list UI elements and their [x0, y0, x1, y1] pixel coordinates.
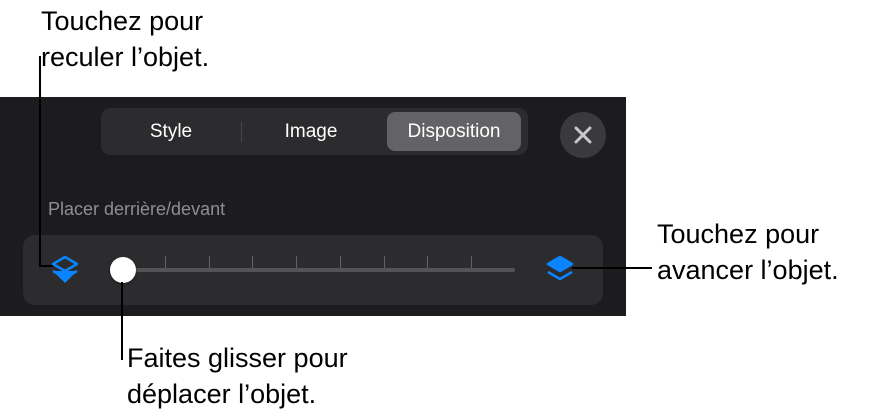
- leader-line-right: [572, 267, 652, 269]
- tab-segmented-control: Style Image Disposition: [101, 108, 528, 155]
- slider-tick: [296, 256, 297, 268]
- slider-tick: [427, 256, 428, 268]
- segment-divider: [241, 122, 242, 142]
- callout-line: reculer l’objet.: [41, 42, 210, 72]
- format-panel: Style Image Disposition Placer derrière/…: [0, 97, 626, 316]
- slider-tick: [252, 256, 253, 268]
- section-label: Placer derrière/devant: [48, 199, 226, 219]
- callout-move-forward: Touchez pour avancer l’objet.: [657, 216, 839, 288]
- callout-line: avancer l’objet.: [657, 255, 839, 285]
- arrange-slider-row: [23, 235, 603, 305]
- slider-thumb[interactable]: [110, 257, 136, 283]
- slider-tick: [209, 256, 210, 268]
- leader-line-top: [39, 56, 41, 266]
- layer-front-icon[interactable]: [544, 254, 576, 286]
- callout-line: déplacer l’objet.: [127, 379, 317, 409]
- close-icon: [574, 126, 592, 144]
- arrange-slider-track[interactable]: [121, 256, 515, 272]
- tab-disposition[interactable]: Disposition: [387, 112, 521, 151]
- slider-tick: [340, 256, 341, 268]
- slider-tick: [165, 256, 166, 268]
- callout-line: Faites glisser pour: [127, 343, 348, 373]
- callout-line: Touchez pour: [657, 219, 820, 249]
- leader-line-top: [39, 265, 53, 267]
- tab-style[interactable]: Style: [105, 112, 237, 151]
- layer-back-icon[interactable]: [49, 254, 81, 286]
- tab-image[interactable]: Image: [245, 112, 377, 151]
- callout-drag-slider: Faites glisser pour déplacer l’objet.: [127, 340, 348, 412]
- slider-tick: [384, 256, 385, 268]
- slider-tick: [471, 256, 472, 268]
- callout-line: Touchez pour: [41, 6, 204, 36]
- callout-move-backward: Touchez pour reculer l’objet.: [41, 3, 209, 75]
- close-button[interactable]: [560, 112, 606, 158]
- leader-line-bottom: [121, 282, 123, 360]
